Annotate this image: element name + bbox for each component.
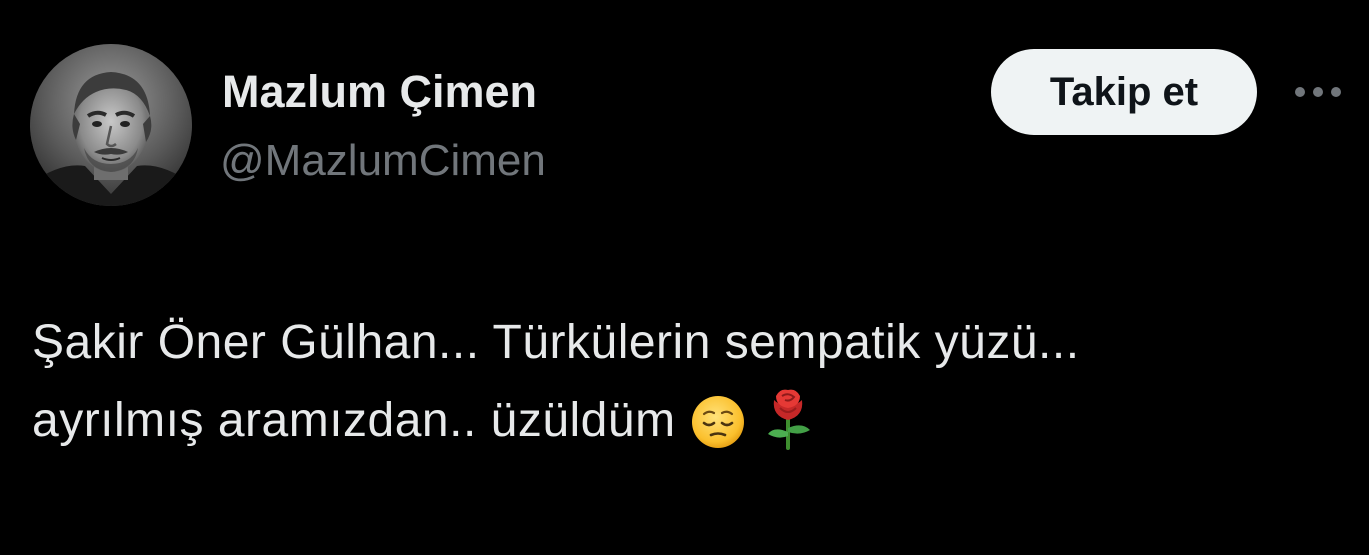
tweet-text-line-2: ayrılmış aramızdan.. üzüldüm — [32, 382, 1352, 460]
author-display-name[interactable]: Mazlum Çimen — [222, 66, 537, 118]
author-handle[interactable]: @MazlumCimen — [220, 136, 546, 186]
tweet-text-line-1: Şakir Öner Gülhan... Türkülerin sempatik… — [32, 316, 1080, 369]
more-dots-icon — [1295, 87, 1341, 97]
pensive-face-emoji-icon — [690, 394, 746, 450]
profile-photo-icon — [30, 44, 192, 206]
tweet-text: Şakir Öner Gülhan... Türkülerin sempatik… — [32, 304, 1352, 460]
tweet-card: Mazlum Çimen @MazlumCimen Takip et Şakir… — [0, 0, 1369, 555]
follow-button[interactable]: Takip et — [991, 49, 1257, 135]
rose-emoji-icon — [760, 386, 816, 450]
author-avatar[interactable] — [30, 44, 192, 206]
tweet-text-line-2-text: ayrılmış aramızdan.. üzüldüm — [32, 394, 676, 447]
more-options-button[interactable] — [1288, 74, 1348, 110]
